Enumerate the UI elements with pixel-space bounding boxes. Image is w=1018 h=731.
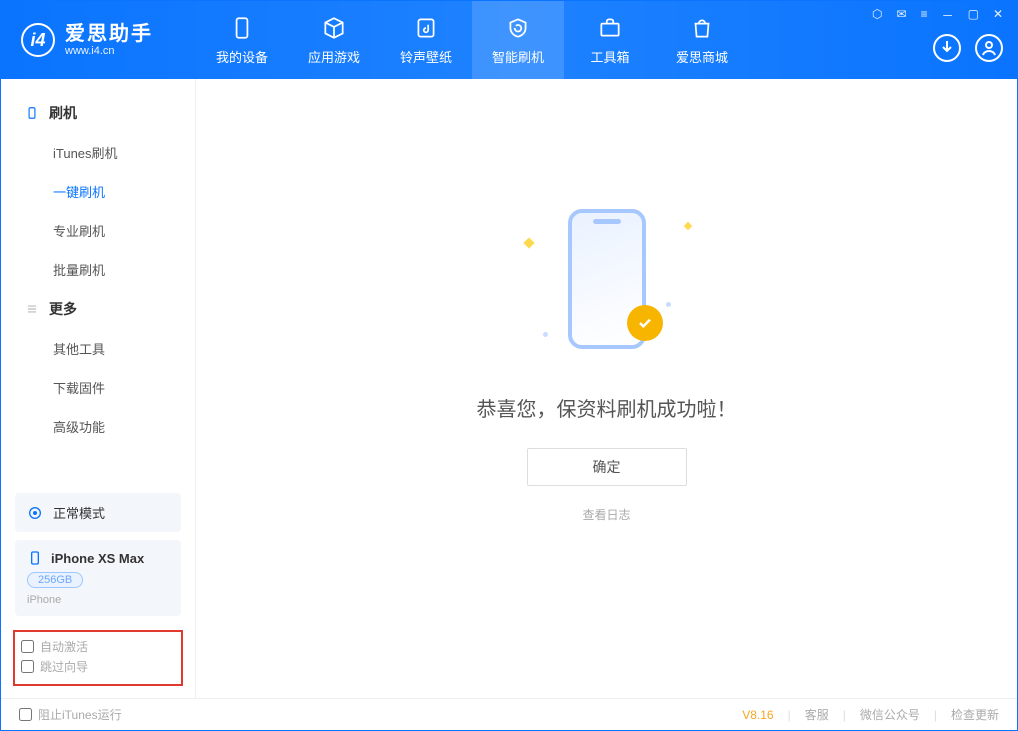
mode-icon bbox=[27, 505, 43, 521]
header-right: ⬡ ✉ ≡ － ▢ ✕ bbox=[847, 1, 1017, 79]
statusbar: 阻止iTunes运行 V8.16 | 客服 | 微信公众号 | 检查更新 bbox=[1, 698, 1017, 730]
wechat-link[interactable]: 微信公众号 bbox=[860, 706, 920, 723]
bottom-options-highlight: 自动激活 跳过向导 bbox=[13, 630, 183, 686]
maximize-button[interactable]: ▢ bbox=[968, 7, 979, 24]
phone-outline-icon bbox=[25, 106, 39, 120]
success-title: 恭喜您，保资料刷机成功啦！ bbox=[477, 393, 737, 422]
tab-apps[interactable]: 应用游戏 bbox=[288, 1, 380, 79]
phone-icon bbox=[229, 15, 255, 41]
sidebar-item-itunes[interactable]: iTunes刷机 bbox=[1, 133, 195, 172]
tab-label: 工具箱 bbox=[590, 47, 629, 66]
group-title-label: 刷机 bbox=[49, 103, 77, 123]
device-name-label: iPhone XS Max bbox=[51, 551, 144, 566]
device-mode[interactable]: 正常模式 bbox=[15, 493, 181, 532]
group-title-label: 更多 bbox=[49, 299, 77, 319]
brand-url: www.i4.cn bbox=[65, 45, 153, 57]
block-itunes-label: 阻止iTunes运行 bbox=[38, 706, 122, 723]
skip-wizard-checkbox[interactable]: 跳过向导 bbox=[21, 658, 88, 675]
tab-flash[interactable]: 智能刷机 bbox=[472, 1, 564, 79]
tab-label: 铃声壁纸 bbox=[400, 47, 452, 66]
list-icon bbox=[25, 302, 39, 316]
auto-activate-label: 自动激活 bbox=[40, 638, 88, 655]
check-badge-icon bbox=[627, 305, 663, 341]
skip-wizard-input[interactable] bbox=[21, 660, 34, 673]
sidebar-group-more: 更多 bbox=[1, 289, 195, 329]
close-button[interactable]: ✕ bbox=[993, 7, 1003, 24]
tab-label: 智能刷机 bbox=[492, 47, 544, 66]
tab-store[interactable]: 爱思商城 bbox=[656, 1, 748, 79]
ok-button[interactable]: 确定 bbox=[527, 448, 687, 486]
brand: i4 爱思助手 www.i4.cn bbox=[1, 1, 196, 79]
block-itunes-input[interactable] bbox=[19, 708, 32, 721]
minimize-button[interactable]: － bbox=[942, 7, 954, 24]
bag-icon bbox=[689, 15, 715, 41]
download-button[interactable] bbox=[933, 34, 961, 62]
device-phone-icon bbox=[27, 550, 43, 566]
sidebar-item-pro[interactable]: 专业刷机 bbox=[1, 211, 195, 250]
sidebar: 刷机 iTunes刷机 一键刷机 专业刷机 批量刷机 更多 其他工具 下载固件 … bbox=[1, 79, 196, 698]
device-storage-badge: 256GB bbox=[27, 572, 83, 588]
music-card-icon bbox=[413, 15, 439, 41]
sidebar-item-advanced[interactable]: 高级功能 bbox=[1, 407, 195, 446]
success-illustration bbox=[517, 209, 697, 359]
brand-logo-icon: i4 bbox=[21, 23, 55, 57]
user-button[interactable] bbox=[975, 34, 1003, 62]
top-tabs: 我的设备 应用游戏 铃声壁纸 智能刷机 工具箱 爱思商城 bbox=[196, 1, 847, 79]
app-header: i4 爱思助手 www.i4.cn 我的设备 应用游戏 铃声壁纸 智能刷机 工具… bbox=[1, 1, 1017, 79]
main-pane: 恭喜您，保资料刷机成功啦！ 确定 查看日志 bbox=[196, 79, 1017, 698]
tab-label: 我的设备 bbox=[216, 47, 268, 66]
tab-label: 应用游戏 bbox=[308, 47, 360, 66]
skip-wizard-label: 跳过向导 bbox=[40, 658, 88, 675]
device-info[interactable]: iPhone XS Max 256GB iPhone bbox=[15, 540, 181, 616]
sidebar-item-oneclick[interactable]: 一键刷机 bbox=[1, 172, 195, 211]
window-controls: ⬡ ✉ ≡ － ▢ ✕ bbox=[872, 7, 1003, 24]
tab-media[interactable]: 铃声壁纸 bbox=[380, 1, 472, 79]
device-platform-label: iPhone bbox=[27, 594, 169, 606]
tab-device[interactable]: 我的设备 bbox=[196, 1, 288, 79]
sidebar-group-flash: 刷机 bbox=[1, 93, 195, 133]
sidebar-item-other[interactable]: 其他工具 bbox=[1, 329, 195, 368]
tab-label: 爱思商城 bbox=[676, 47, 728, 66]
tshirt-icon[interactable]: ⬡ bbox=[872, 7, 882, 24]
feedback-icon[interactable]: ✉ bbox=[897, 7, 907, 24]
cube-icon bbox=[321, 15, 347, 41]
device-panel: 正常模式 iPhone XS Max 256GB iPhone bbox=[15, 493, 181, 616]
auto-activate-input[interactable] bbox=[21, 640, 34, 653]
sidebar-item-firmware[interactable]: 下载固件 bbox=[1, 368, 195, 407]
check-update-link[interactable]: 检查更新 bbox=[951, 706, 999, 723]
device-mode-label: 正常模式 bbox=[53, 503, 105, 522]
block-itunes-checkbox[interactable]: 阻止iTunes运行 bbox=[19, 706, 122, 723]
version-label: V8.16 bbox=[742, 708, 773, 722]
tab-toolbox[interactable]: 工具箱 bbox=[564, 1, 656, 79]
refresh-shield-icon bbox=[505, 15, 531, 41]
brand-name: 爱思助手 bbox=[65, 23, 153, 45]
view-log-link[interactable]: 查看日志 bbox=[582, 506, 630, 523]
menu-icon[interactable]: ≡ bbox=[921, 7, 928, 24]
support-link[interactable]: 客服 bbox=[805, 706, 829, 723]
auto-activate-checkbox[interactable]: 自动激活 bbox=[21, 638, 88, 655]
sidebar-item-batch[interactable]: 批量刷机 bbox=[1, 250, 195, 289]
briefcase-icon bbox=[597, 15, 623, 41]
